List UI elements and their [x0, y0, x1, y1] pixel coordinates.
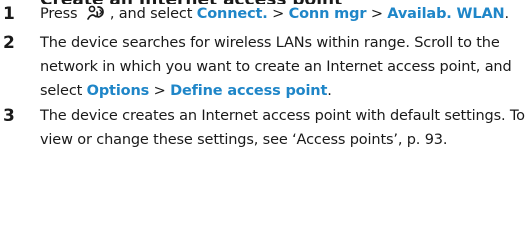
step-2: 2 The device searches for wireless LANs … — [0, 31, 526, 103]
step-number: 2 — [3, 33, 15, 53]
menu-path-item: Availab. WLAN — [387, 6, 505, 22]
menu-path-item: Connect. — [196, 6, 268, 22]
step-number: 1 — [3, 4, 15, 24]
instruction-steps: 1 Press , and select Connect. > Conn mgr… — [0, 2, 526, 152]
path-separator: > — [272, 6, 285, 22]
menu-key-icon — [86, 4, 106, 30]
menu-path-item: Conn mgr — [288, 6, 367, 22]
step-text: The device creates an Internet access po… — [40, 108, 525, 148]
path-separator: > — [153, 83, 166, 99]
step-text: Press — [40, 6, 78, 22]
menu-path-item: Define access point — [170, 83, 328, 99]
step-number: 3 — [3, 106, 15, 126]
sentence-end: . — [504, 6, 510, 22]
step-text: , and select — [109, 6, 193, 22]
step-3: 3 The device creates an Internet access … — [0, 104, 526, 152]
menu-path-item: Options — [86, 83, 150, 99]
sentence-end: . — [327, 83, 332, 99]
step-1: 1 Press , and select Connect. > Conn mgr… — [0, 2, 526, 30]
path-separator: > — [370, 6, 383, 22]
